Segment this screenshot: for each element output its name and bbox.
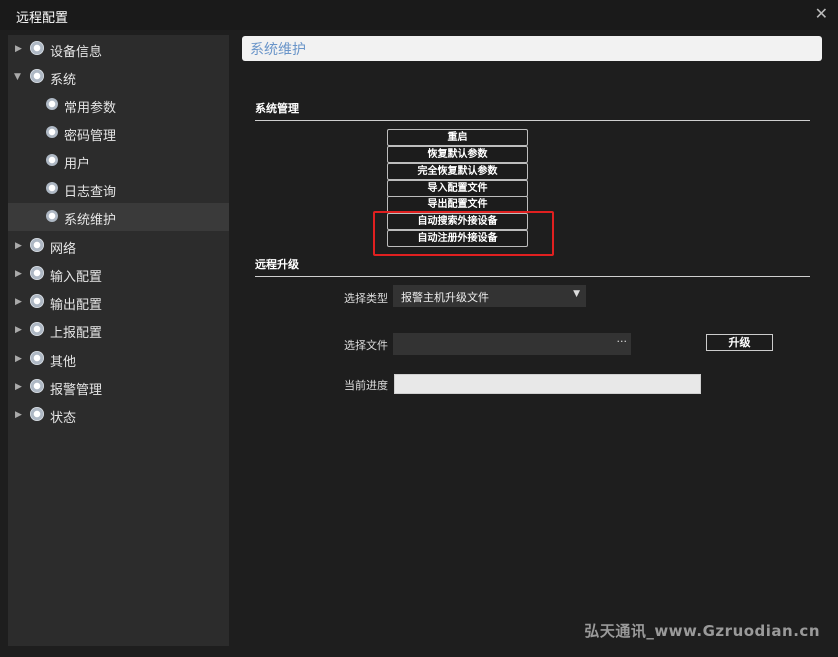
sidebar-item-system[interactable]: ▼ 系统 bbox=[8, 63, 229, 91]
progress-label: 当前进度 bbox=[344, 379, 388, 392]
section-divider bbox=[255, 120, 810, 121]
expand-arrow-icon[interactable]: ▶ bbox=[15, 241, 22, 251]
section-divider bbox=[255, 276, 810, 277]
gear-icon bbox=[30, 407, 44, 421]
expand-arrow-icon[interactable]: ▶ bbox=[15, 410, 22, 420]
gear-icon bbox=[30, 266, 44, 280]
sidebar-item-label: 日志查询 bbox=[64, 185, 117, 200]
sidebar-item-password[interactable]: 密码管理 bbox=[8, 119, 229, 147]
sidebar-item-device-info[interactable]: ▶ 设备信息 bbox=[8, 35, 229, 63]
chevron-down-icon: ▼ bbox=[573, 289, 580, 299]
expand-arrow-icon[interactable]: ▶ bbox=[15, 44, 22, 54]
sidebar-item-status[interactable]: ▶ 状态 bbox=[8, 401, 229, 429]
type-label: 选择类型 bbox=[344, 292, 388, 305]
sidebar-item-system-maintenance[interactable]: 系统维护 bbox=[8, 203, 229, 231]
sidebar-item-label: 系统 bbox=[50, 73, 77, 88]
upgrade-type-select[interactable]: 报警主机升级文件 ▼ bbox=[393, 285, 586, 307]
expand-arrow-icon[interactable]: ▶ bbox=[15, 297, 22, 307]
sidebar-item-common-params[interactable]: 常用参数 bbox=[8, 91, 229, 119]
restart-button[interactable]: 重启 bbox=[387, 129, 528, 146]
upgrade-progress-bar bbox=[394, 374, 701, 394]
gear-icon bbox=[30, 238, 44, 252]
main-panel: 系统维护 系统管理 重启 恢复默认参数 完全恢复默认参数 导入配置文件 导出配置… bbox=[236, 35, 826, 646]
expand-arrow-icon[interactable]: ▶ bbox=[15, 382, 22, 392]
gear-icon bbox=[30, 69, 44, 83]
sidebar-item-label: 网络 bbox=[50, 242, 77, 257]
sidebar-tree: ▶ 设备信息 ▼ 系统 常用参数 密码管理 用户 日志查询 系统维护 ▶ 网络 … bbox=[8, 35, 229, 646]
title-bar: 远程配置 ✕ bbox=[0, 0, 838, 30]
select-value: 报警主机升级文件 bbox=[401, 291, 489, 304]
sidebar-item-label: 常用参数 bbox=[64, 101, 117, 116]
gear-icon bbox=[30, 379, 44, 393]
sidebar-item-network[interactable]: ▶ 网络 bbox=[8, 232, 229, 260]
highlight-annotation-box bbox=[373, 211, 554, 256]
sidebar-item-users[interactable]: 用户 bbox=[8, 147, 229, 175]
expand-arrow-icon[interactable]: ▶ bbox=[15, 325, 22, 335]
sidebar-item-output-config[interactable]: ▶ 输出配置 bbox=[8, 288, 229, 316]
close-icon[interactable]: ✕ bbox=[815, 4, 828, 23]
page-header: 系统维护 bbox=[242, 36, 822, 61]
sidebar-item-label: 用户 bbox=[64, 157, 91, 172]
window-title: 远程配置 bbox=[16, 11, 69, 26]
sidebar-item-label: 上报配置 bbox=[50, 326, 103, 341]
gear-icon bbox=[30, 294, 44, 308]
sidebar-item-alarm-management[interactable]: ▶ 报警管理 bbox=[8, 373, 229, 401]
watermark: 弘天通讯_www.Gzruodian.cn bbox=[584, 622, 820, 640]
sidebar-item-label: 密码管理 bbox=[64, 129, 117, 144]
import-config-button[interactable]: 导入配置文件 bbox=[387, 180, 528, 197]
sidebar-item-label: 系统维护 bbox=[64, 213, 117, 228]
section-title-system-management: 系统管理 bbox=[255, 102, 299, 115]
upgrade-button[interactable]: 升级 bbox=[706, 334, 773, 351]
section-title-remote-upgrade: 远程升级 bbox=[255, 258, 299, 271]
sidebar-item-label: 设备信息 bbox=[50, 45, 103, 60]
gear-icon bbox=[46, 154, 58, 166]
browse-icon[interactable]: ··· bbox=[617, 335, 628, 348]
gear-icon bbox=[46, 98, 58, 110]
sidebar-item-label: 输出配置 bbox=[50, 298, 103, 313]
expand-arrow-icon[interactable]: ▶ bbox=[15, 354, 22, 364]
sidebar-item-input-config[interactable]: ▶ 输入配置 bbox=[8, 260, 229, 288]
gear-icon bbox=[30, 351, 44, 365]
file-label: 选择文件 bbox=[344, 339, 388, 352]
gear-icon bbox=[46, 126, 58, 138]
expand-arrow-icon[interactable]: ▶ bbox=[15, 269, 22, 279]
gear-icon bbox=[30, 322, 44, 336]
full-restore-defaults-button[interactable]: 完全恢复默认参数 bbox=[387, 163, 528, 180]
sidebar-item-log-query[interactable]: 日志查询 bbox=[8, 175, 229, 203]
gear-icon bbox=[30, 41, 44, 55]
sidebar-item-label: 输入配置 bbox=[50, 270, 103, 285]
gear-icon bbox=[46, 210, 58, 222]
sidebar-item-label: 其他 bbox=[50, 355, 77, 370]
restore-defaults-button[interactable]: 恢复默认参数 bbox=[387, 146, 528, 163]
file-path-input[interactable]: ··· bbox=[393, 333, 631, 355]
page-title: 系统维护 bbox=[250, 42, 306, 58]
sidebar-item-report-config[interactable]: ▶ 上报配置 bbox=[8, 316, 229, 344]
collapse-arrow-icon[interactable]: ▼ bbox=[14, 72, 21, 82]
sidebar-item-other[interactable]: ▶ 其他 bbox=[8, 345, 229, 373]
sidebar-item-label: 报警管理 bbox=[50, 383, 103, 398]
gear-icon bbox=[46, 182, 58, 194]
sidebar-item-label: 状态 bbox=[50, 411, 77, 426]
